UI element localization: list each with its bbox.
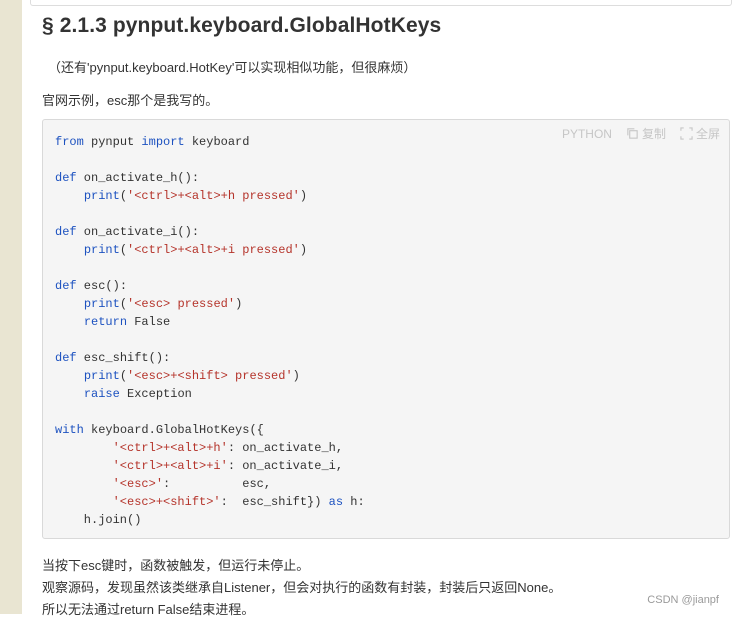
code-line: def esc():	[55, 277, 365, 295]
code-text: on_activate_h():	[76, 171, 200, 185]
fullscreen-icon	[680, 127, 693, 140]
code-line: def on_activate_i():	[55, 223, 365, 241]
code-string: '<ctrl>+<alt>+i pressed'	[127, 243, 300, 257]
code-line: print('<ctrl>+<alt>+h pressed')	[55, 187, 365, 205]
code-keyword: as	[328, 495, 344, 509]
code-keyword: print	[83, 189, 120, 203]
code-keyword: def	[55, 279, 77, 293]
code-language-label: PYTHON	[561, 126, 612, 141]
code-line: '<esc>+<shift>': esc_shift}) as h:	[55, 493, 365, 511]
code-text: (	[119, 243, 128, 257]
csdn-watermark: CSDN @jianpf	[647, 594, 719, 606]
code-keyword: import	[141, 135, 185, 149]
code-text: on_activate_i():	[76, 225, 200, 239]
code-text: )	[292, 369, 300, 383]
paragraph-1: 当按下esc键时，函数被触发，但运行未停止。	[42, 558, 310, 573]
code-text: pynput	[83, 135, 142, 149]
code-text: keyboard	[184, 135, 250, 149]
code-line: raise Exception	[55, 385, 365, 403]
code-line: with keyboard.GlobalHotKeys({	[55, 421, 365, 439]
code-text: False	[127, 315, 171, 329]
code-keyword: def	[55, 171, 77, 185]
code-line: def on_activate_h():	[55, 169, 365, 187]
copy-icon	[627, 128, 638, 139]
code-string: '<esc>'	[112, 477, 164, 491]
code-string: '<ctrl>+<alt>+h pressed'	[127, 189, 300, 203]
fullscreen-label: 全屏	[695, 127, 720, 141]
code-text: esc_shift():	[76, 351, 171, 365]
code-text: Exception	[119, 387, 192, 401]
copy-button[interactable]: 复制	[626, 125, 666, 142]
code-text: )	[299, 189, 308, 203]
code-string: '<ctrl>+<alt>+h'	[112, 441, 228, 455]
code-line: h.join()	[55, 511, 365, 529]
code-text: (	[119, 297, 128, 311]
code-string: '<esc>+<shift>'	[112, 495, 221, 509]
code-line: '<ctrl>+<alt>+h': on_activate_h,	[55, 439, 365, 457]
code-keyword: print	[83, 297, 120, 311]
paragraph-2: 观察源码，发现虽然该类继承自Listener，但会对执行的函数有封装，封装后只返…	[42, 580, 562, 595]
section-heading: § 2.1.3 pynput.keyboard.GlobalHotKeys	[42, 14, 442, 37]
fullscreen-button[interactable]: 全屏	[680, 125, 720, 142]
code-text: (	[119, 369, 128, 383]
code-text: : esc,	[163, 477, 272, 491]
code-line: print('<ctrl>+<alt>+i pressed')	[55, 241, 365, 259]
code-text: h.join()	[55, 513, 142, 527]
code-string: '<esc>+<shift> pressed'	[127, 369, 293, 383]
code-line: def esc_shift():	[55, 349, 365, 367]
article-content: § 2.1.3 pynput.keyboard.GlobalHotKeys （还…	[22, 0, 733, 617]
code-text: h:	[343, 495, 365, 509]
code-block: PYTHON 复制 全屏 from pynput import keyboard…	[42, 119, 730, 539]
code-text: : on_activate_h,	[227, 441, 344, 455]
previous-block-edge	[30, 0, 732, 6]
intro-paragraph: 官网示例，esc那个是我写的。	[42, 93, 219, 108]
code-keyword: from	[55, 135, 84, 149]
left-sidebar-strip	[0, 0, 22, 614]
code-text: (	[119, 189, 128, 203]
code-line: from pynput import keyboard	[55, 133, 365, 151]
code-keyword: print	[83, 243, 120, 257]
code-text: keyboard.GlobalHotKeys({	[83, 423, 264, 437]
paragraph-3: 所以无法通过return False结束进程。	[42, 602, 255, 617]
code-string: '<esc> pressed'	[127, 297, 236, 311]
code-text: )	[235, 297, 243, 311]
code-text: : esc_shift})	[220, 495, 329, 509]
code-keyword: print	[83, 369, 120, 383]
code-keyword: return	[83, 315, 128, 329]
code-keyword: def	[55, 351, 77, 365]
code-text: : on_activate_i,	[227, 459, 344, 473]
code-line: return False	[55, 313, 365, 331]
code-text: )	[299, 243, 308, 257]
code-line: '<esc>': esc,	[55, 475, 365, 493]
code-keyword: with	[55, 423, 84, 437]
code-keyword: def	[55, 225, 77, 239]
code-toolbar: PYTHON 复制 全屏	[562, 125, 720, 142]
note-paragraph: （还有'pynput.keyboard.HotKey'可以实现相似功能，但很麻烦…	[48, 60, 417, 75]
code-keyword: raise	[83, 387, 120, 401]
copy-label: 复制	[641, 127, 666, 141]
code-text: esc():	[76, 279, 128, 293]
code-line: print('<esc> pressed')	[55, 295, 365, 313]
code-content: from pynput import keyboard def on_activa…	[55, 133, 365, 529]
code-line: '<ctrl>+<alt>+i': on_activate_i,	[55, 457, 365, 475]
code-line: print('<esc>+<shift> pressed')	[55, 367, 365, 385]
code-string: '<ctrl>+<alt>+i'	[112, 459, 228, 473]
